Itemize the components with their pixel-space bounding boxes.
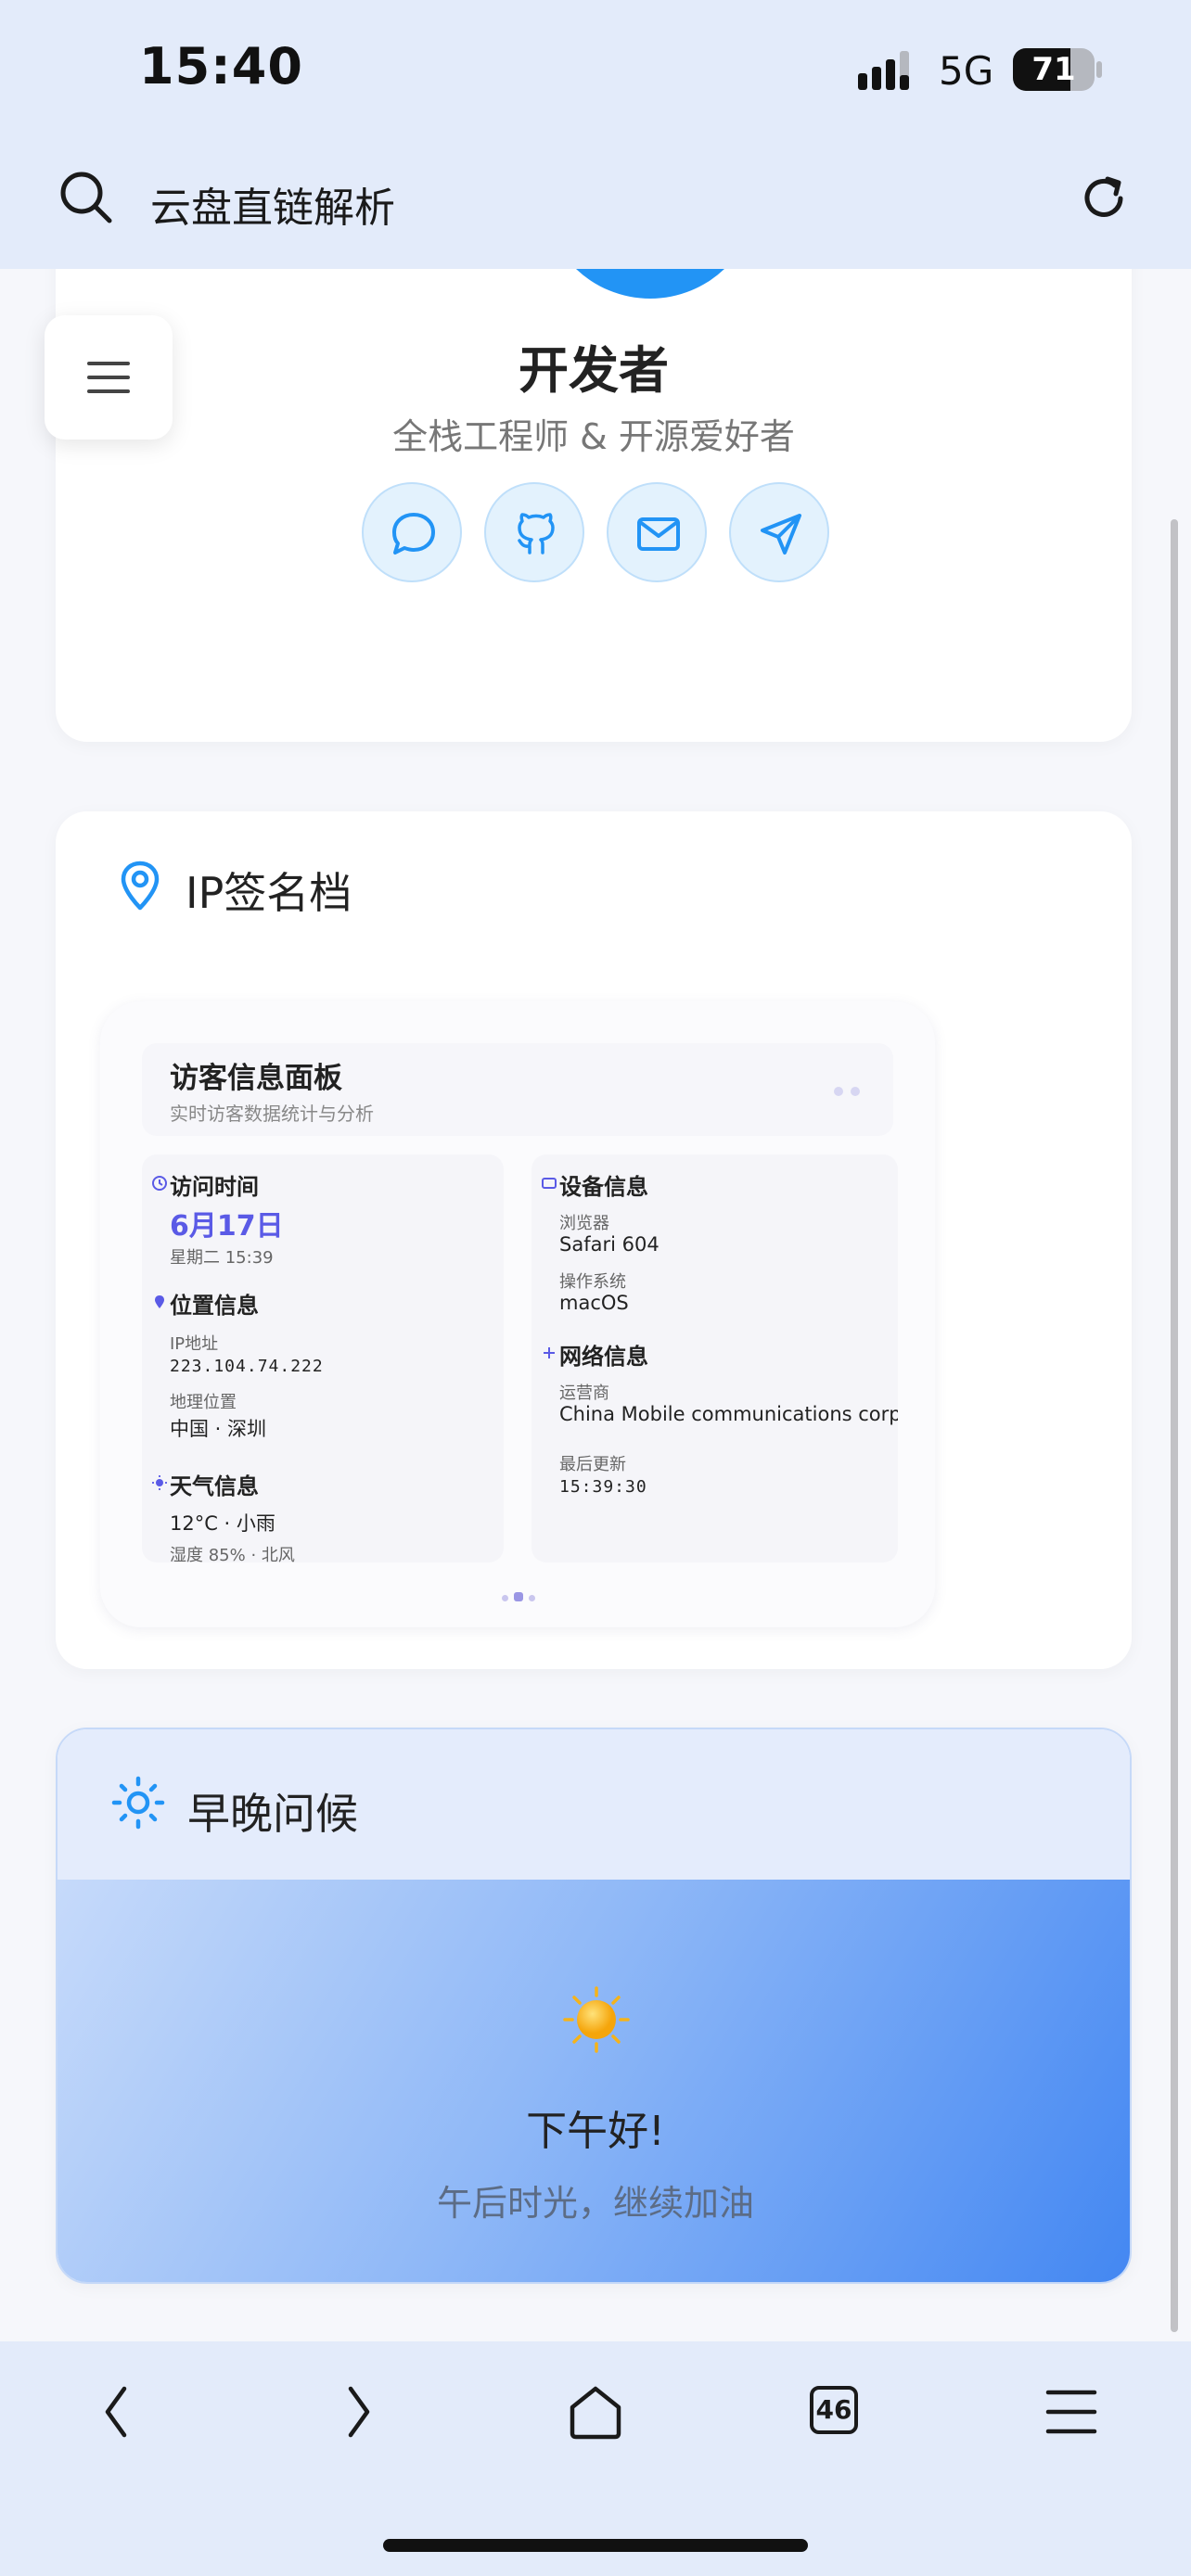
greeting-title: 早晚问候 [187,1789,358,1839]
sun-icon [563,1986,630,2053]
updated-value: 15:39:30 [559,1477,647,1497]
visitor-info-panel: 访客信息面板 实时访客数据统计与分析 访问时间 6月17日 星期二 15:39 … [100,1001,935,1627]
location-title: 位置信息 [170,1293,259,1319]
browser-label: 浏览器 [559,1214,609,1233]
weather-icon [152,1475,167,1490]
ip-label: IP地址 [170,1334,219,1354]
location-pin-icon [121,861,160,911]
geo-location: 中国 · 深圳 [170,1418,267,1440]
panel-header: 访客信息面板 实时访客数据统计与分析 [142,1043,893,1136]
home-indicator[interactable] [383,2539,808,2552]
message-icon [392,513,435,555]
network-icon [544,1347,555,1358]
clock-icon [152,1176,167,1191]
battery-level: 71 [1031,51,1076,88]
menu-button[interactable] [45,315,173,440]
forward-icon[interactable] [325,2379,390,2444]
tabs-button[interactable]: 46 [810,2386,858,2434]
browser-value: Safari 604 [559,1233,660,1256]
panel-left-column: 访问时间 6月17日 星期二 15:39 位置信息 IP地址 223.104.7… [142,1154,504,1565]
weather-value: 12°C · 小雨 [170,1512,275,1535]
social-message-button[interactable] [362,482,462,582]
ip-section-title: IP签名档 [186,868,352,918]
hamburger-icon [87,362,130,393]
sun-outline-icon [111,1776,165,1830]
greeting-card: 早晚问候 下午好! 午后时光，继续加油 [56,1728,1132,2284]
weather-title: 天气信息 [170,1473,259,1499]
visit-date: 6月17日 [170,1210,284,1243]
greeting-header: 早晚问候 [58,1729,1130,1880]
profile-name: 开发者 [519,341,669,400]
visit-time-title: 访问时间 [170,1174,259,1200]
web-page: 开发者 全栈工程师 & 开源爱好者 IP签名档 访客信息面板 实时访客数据统计与… [0,269,1191,2341]
os-label: 操作系统 [559,1272,626,1292]
panel-right-column: 设备信息 浏览器 Safari 604 操作系统 macOS 网络信息 运营商 … [531,1154,898,1562]
social-send-button[interactable] [729,482,829,582]
ip-address: 223.104.74.222 [170,1357,324,1376]
github-icon [518,513,555,555]
os-value: macOS [559,1292,629,1314]
reload-icon[interactable] [1076,171,1132,226]
back-icon[interactable] [85,2379,150,2444]
profile-card: 开发者 全栈工程师 & 开源爱好者 [56,269,1132,742]
isp-label: 运营商 [559,1384,609,1403]
social-mail-button[interactable] [607,482,707,582]
avatar[interactable] [543,269,758,299]
social-github-button[interactable] [484,482,584,582]
network-title: 网络信息 [559,1344,648,1370]
status-time: 15:40 [139,37,303,96]
address-bar[interactable]: 云盘直链解析 [150,174,395,234]
updated-label: 最后更新 [559,1455,626,1474]
device-icon [542,1178,557,1189]
geo-label: 地理位置 [170,1393,237,1412]
device-title: 设备信息 [559,1174,648,1200]
panel-subtitle: 实时访客数据统计与分析 [170,1103,374,1125]
panel-dots [826,1082,860,1100]
search-icon[interactable] [58,169,115,226]
battery-icon: 71 [1013,48,1095,91]
weather-detail: 湿度 85% · 北风 [170,1546,295,1565]
network-type: 5G [939,48,994,94]
signal-icon [858,51,909,90]
send-icon [761,514,801,555]
greeting-message: 下午好! [526,2108,665,2155]
visit-detail: 星期二 15:39 [170,1248,274,1268]
menu-icon[interactable] [1039,2379,1104,2444]
battery-tip [1096,61,1102,78]
panel-pager[interactable] [499,1588,538,1605]
mail-icon [637,517,680,551]
home-icon[interactable] [563,2379,628,2444]
greeting-subtitle: 午后时光，继续加油 [436,2183,754,2224]
isp-value: China Mobile communications corporati [559,1403,898,1425]
ip-signature-card: IP签名档 访客信息面板 实时访客数据统计与分析 访问时间 6月17日 星期二 … [56,811,1132,1669]
page-scrollbar[interactable] [1171,519,1178,2332]
panel-title: 访客信息面板 [170,1062,342,1095]
profile-tagline: 全栈工程师 & 开源爱好者 [392,416,795,457]
greeting-body: 下午好! 午后时光，继续加油 [58,1880,1130,2282]
pin-icon [155,1295,164,1308]
